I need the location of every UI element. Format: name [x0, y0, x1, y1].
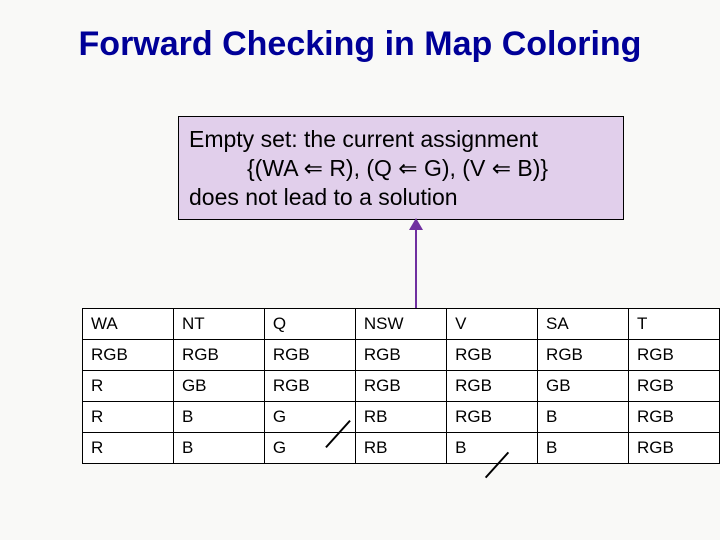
cell: RGB [264, 340, 355, 371]
cell: RGB [264, 371, 355, 402]
cell: RGB [173, 340, 264, 371]
slide: Forward Checking in Map Coloring Empty s… [0, 0, 720, 540]
cell: RGB [538, 340, 629, 371]
callout-line-2: {(WA ⇐ R), (Q ⇐ G), (V ⇐ B)} [189, 154, 613, 183]
table-row: RGB RGB RGB RGB RGB RGB RGB [83, 340, 720, 371]
cell: R [83, 402, 174, 433]
arrow-head-icon [409, 218, 423, 230]
th-nsw: NSW [355, 309, 446, 340]
cell: RGB [83, 340, 174, 371]
callout-line-1: Empty set: the current assignment [189, 125, 613, 154]
cell: RB [355, 433, 446, 464]
cell: B [538, 402, 629, 433]
cell: RGB [447, 340, 538, 371]
cell: G [264, 433, 355, 464]
cell: B [538, 433, 629, 464]
table-row: R B G RB B B RGB [83, 433, 720, 464]
cell: R [83, 433, 174, 464]
callout-line-3: does not lead to a solution [189, 183, 613, 212]
cell: GB [173, 371, 264, 402]
th-q: Q [264, 309, 355, 340]
cell: RB [355, 402, 446, 433]
th-nt: NT [173, 309, 264, 340]
table-header-row: WA NT Q NSW V SA T [83, 309, 720, 340]
table-row: R B G RB RGB B RGB [83, 402, 720, 433]
cell: R [83, 371, 174, 402]
slide-title: Forward Checking in Map Coloring [0, 0, 720, 63]
th-sa: SA [538, 309, 629, 340]
table-row: R GB RGB RGB RGB GB RGB [83, 371, 720, 402]
cell: RGB [629, 402, 720, 433]
callout-box: Empty set: the current assignment {(WA ⇐… [178, 116, 624, 220]
cell: B [447, 433, 538, 464]
cell: B [173, 402, 264, 433]
cell: RGB [629, 433, 720, 464]
cell: RGB [447, 402, 538, 433]
th-wa: WA [83, 309, 174, 340]
cell: RGB [355, 340, 446, 371]
domain-table: WA NT Q NSW V SA T RGB RGB RGB RGB RGB R… [82, 308, 720, 464]
cell: RGB [629, 371, 720, 402]
th-v: V [447, 309, 538, 340]
cell: B [173, 433, 264, 464]
cell: RGB [447, 371, 538, 402]
cell: GB [538, 371, 629, 402]
th-t: T [629, 309, 720, 340]
cell: RGB [355, 371, 446, 402]
cell: RGB [629, 340, 720, 371]
